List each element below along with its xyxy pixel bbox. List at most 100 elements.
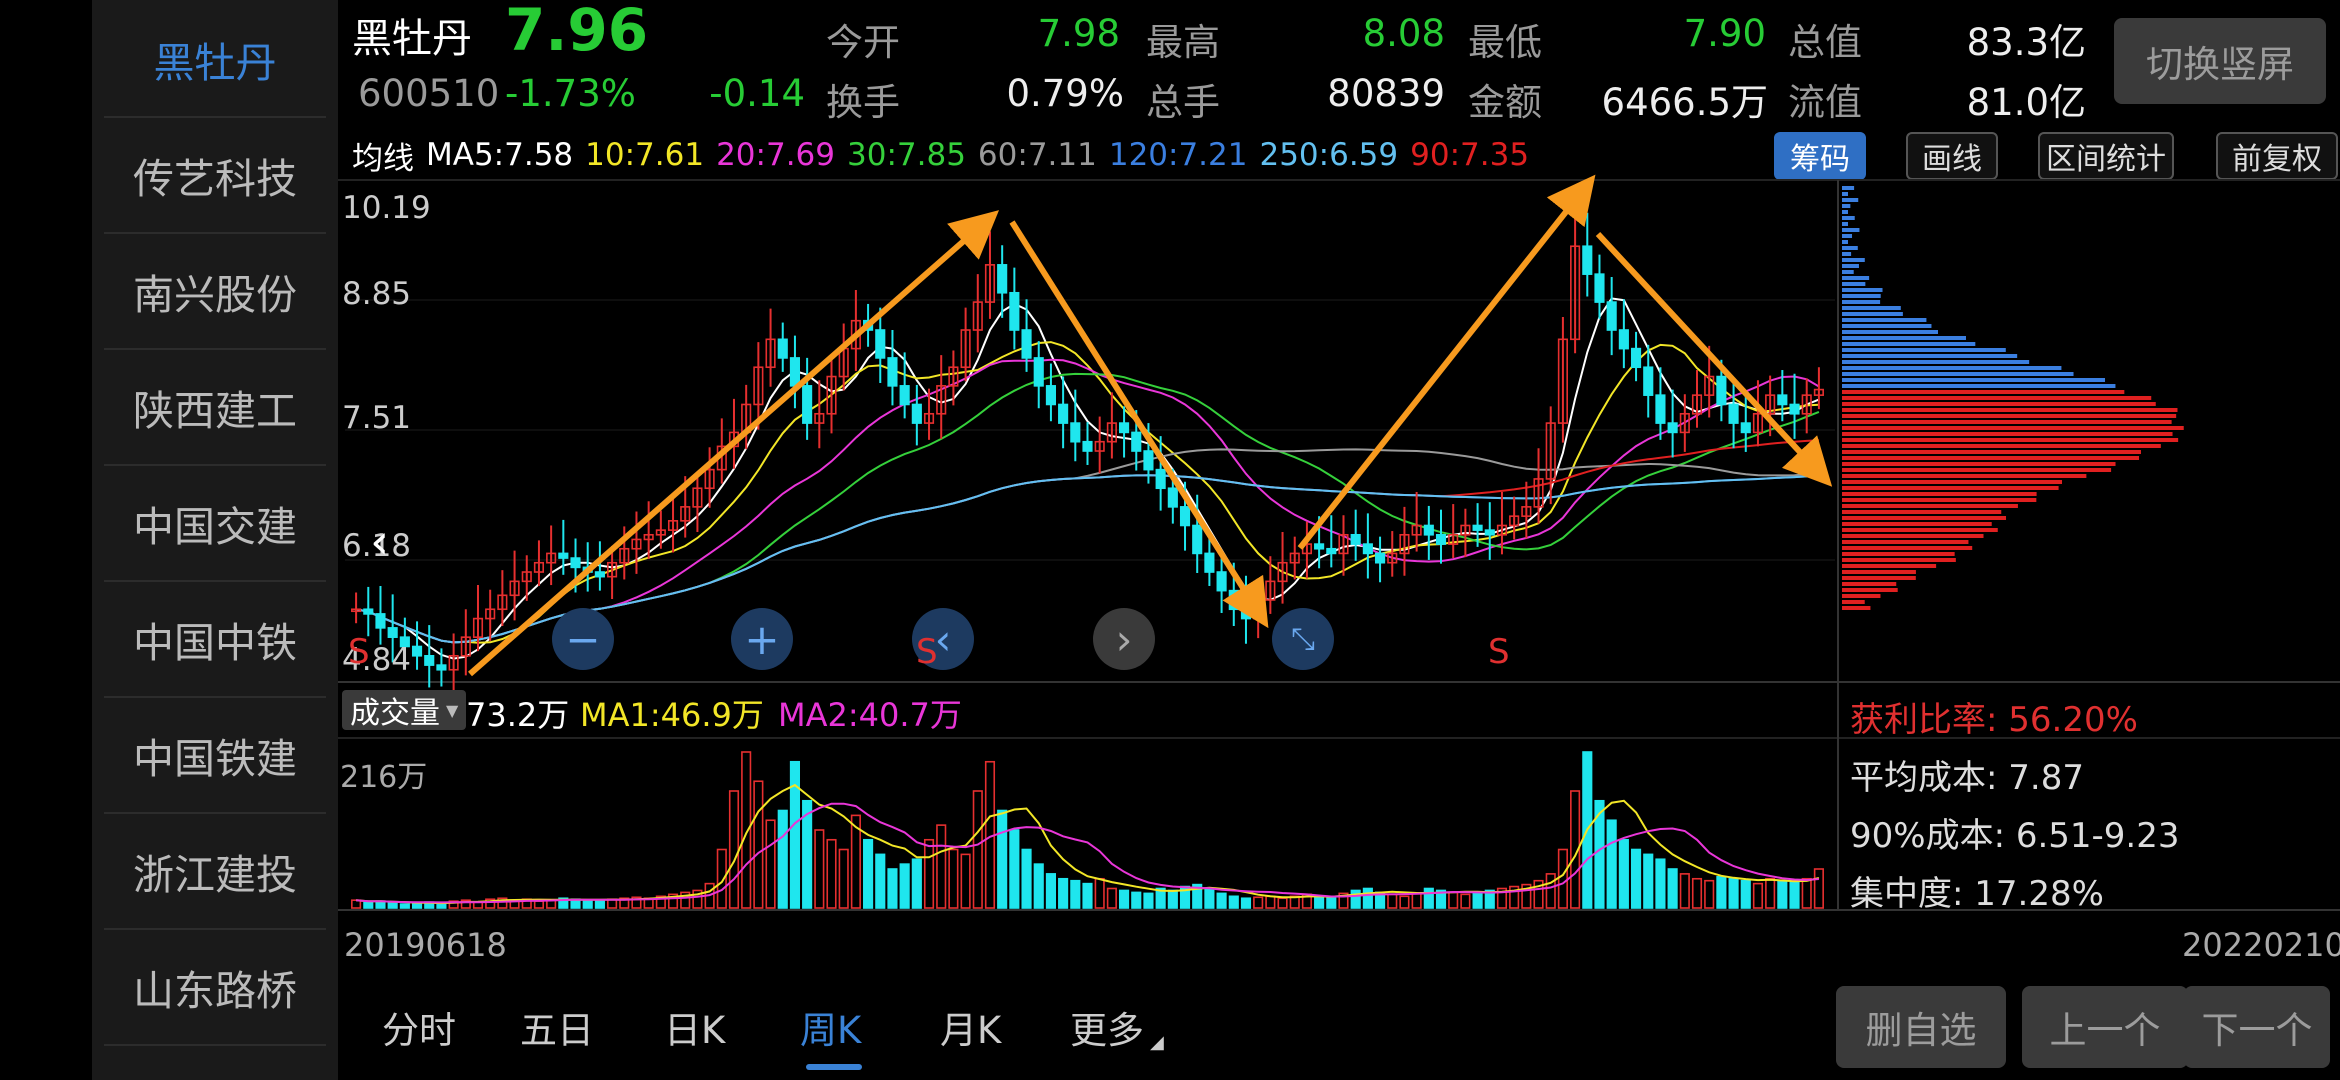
chip-bar: [1842, 516, 2007, 520]
volume-bar: [363, 901, 374, 909]
cost-90-range: 90%成本: 6.51-9.23: [1850, 816, 2180, 856]
chip-bar: [1842, 240, 1848, 244]
volume-bar: [1058, 877, 1069, 909]
tab-monthly-k[interactable]: 月K: [940, 1000, 1001, 1054]
candle-body: [1009, 291, 1020, 331]
candle-body: [1216, 571, 1227, 592]
tab-more[interactable]: 更多: [1070, 1000, 1144, 1054]
chip-bar: [1842, 330, 1939, 334]
chip-bar: [1842, 570, 1916, 574]
remove-watchlist-button[interactable]: 删自选: [1836, 986, 2006, 1068]
volume-bar: [972, 790, 983, 909]
candle-body: [1119, 422, 1130, 434]
chip-bar: [1842, 186, 1855, 190]
tab-five-day[interactable]: 五日: [520, 1000, 594, 1054]
chip-bar: [1842, 312, 1903, 316]
trend-arrow: [1297, 174, 1596, 550]
candle-body: [1740, 422, 1751, 434]
volume-bar: [838, 848, 849, 909]
candle-body: [1435, 533, 1447, 545]
chip-bar: [1842, 564, 1937, 568]
volume-bar: [1277, 897, 1288, 909]
volume-bar: [1618, 838, 1629, 909]
volume-bar: [399, 903, 410, 909]
chip-bar: [1842, 510, 2002, 514]
chip-bar: [1842, 588, 1898, 592]
volume-bar: [1460, 893, 1471, 909]
volume-bar: [1667, 868, 1678, 909]
candle-body: [363, 608, 374, 615]
indicator-label: 成交量: [350, 696, 440, 731]
volume-bar: [899, 863, 910, 909]
volume-bar: [1045, 873, 1056, 909]
volume-bar: [1326, 897, 1337, 909]
volume-bar: [1643, 853, 1654, 909]
zoom-in-button[interactable]: +: [731, 608, 793, 670]
volume-bar: [1240, 897, 1252, 909]
candle-body: [1192, 524, 1203, 555]
volume-bar: [1399, 895, 1410, 909]
chip-bar: [1842, 408, 2178, 412]
volume-bar: [1765, 877, 1776, 909]
volume-bar: [1789, 881, 1800, 909]
candle-body: [1350, 533, 1361, 545]
volume-bar: [1253, 896, 1264, 909]
volume-bar: [960, 853, 971, 909]
candle-body: [1131, 431, 1142, 452]
chip-bar: [1842, 444, 2161, 448]
chip-bar: [1842, 480, 2063, 484]
reset-zoom-icon[interactable]: ⤡: [1272, 608, 1334, 670]
chip-bar: [1842, 192, 1848, 196]
candle-body: [1240, 608, 1252, 620]
candle-body: [1362, 543, 1373, 555]
volume-bar: [1119, 889, 1130, 909]
candle-body: [558, 552, 569, 559]
tab-daily-k[interactable]: 日K: [664, 1000, 725, 1054]
volume-bar: [875, 853, 886, 909]
chip-bar: [1842, 354, 2018, 358]
volume-bar: [1350, 889, 1361, 909]
candle-body: [1484, 529, 1495, 536]
volume-bar: [1679, 873, 1690, 909]
volume-bar: [826, 838, 837, 909]
candle-body: [789, 357, 801, 387]
volume-bar: [411, 902, 423, 909]
volume-bar: [911, 858, 922, 909]
chip-bar: [1842, 342, 1976, 346]
candle-body: [875, 329, 886, 359]
volume-bar: [1411, 892, 1422, 909]
chip-bar: [1842, 336, 1966, 340]
volume-bar: [1423, 887, 1434, 909]
tab-intraday[interactable]: 分时: [382, 1000, 456, 1054]
volume-bar: [1752, 882, 1764, 909]
volume-bar: [1094, 877, 1105, 909]
chip-bar: [1842, 474, 2087, 478]
chip-bar: [1842, 456, 2140, 460]
chip-bar: [1842, 294, 1881, 298]
chip-bar: [1842, 576, 1916, 580]
chip-bar: [1842, 258, 1865, 262]
indicator-select[interactable]: 成交量 ▼: [342, 690, 467, 731]
volume-bar: [1545, 873, 1556, 909]
candle-body: [802, 385, 813, 424]
next-stock-button[interactable]: 下一个: [2184, 986, 2330, 1068]
chip-bar: [1842, 324, 1932, 328]
candle-body: [1594, 273, 1605, 303]
candle-body: [1423, 524, 1434, 536]
volume-bar: [1082, 882, 1093, 909]
volume-bar: [1216, 892, 1227, 909]
average-cost: 平均成本: 7.87: [1850, 758, 2084, 798]
chart-back-icon[interactable]: ‹: [370, 514, 389, 570]
pan-right-button[interactable]: ›: [1093, 608, 1155, 670]
chip-bar: [1842, 498, 2037, 502]
volume-bar: [1228, 895, 1239, 909]
zoom-out-button[interactable]: −: [552, 608, 614, 670]
tab-weekly-k[interactable]: 周K: [800, 1000, 861, 1054]
chip-bar: [1842, 432, 2173, 436]
chip-bar: [1842, 450, 2141, 454]
candle-body: [1630, 347, 1642, 369]
previous-stock-button[interactable]: 上一个: [2022, 986, 2188, 1068]
candle-body: [1070, 422, 1081, 443]
chip-bar: [1842, 264, 1859, 268]
volume-bar: [533, 900, 545, 909]
